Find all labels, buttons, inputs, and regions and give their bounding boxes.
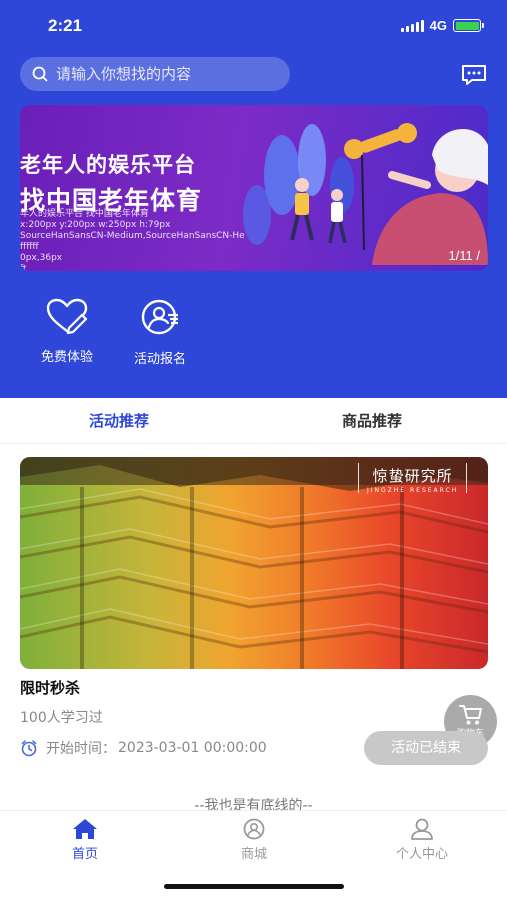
start-time-row: 开始时间： 2023-03-01 00:00:00 (20, 738, 267, 758)
quick-action-free-trial[interactable]: 免费体验 (27, 298, 107, 365)
user-icon (411, 818, 433, 840)
nav-label: 个人中心 (395, 847, 448, 862)
banner-meta-text: 年人的娱乐平台 找中国老年体育 x:200px y:200px w:250px … (20, 209, 245, 271)
message-icon (462, 65, 486, 85)
start-time-value: 2023-03-01 00:00:00 (118, 740, 267, 756)
banner-counter: 1/11 / (448, 248, 480, 263)
status-indicators: 4G (400, 18, 484, 33)
quick-action-label: 免费体验 (40, 350, 93, 365)
clock-icon (21, 740, 37, 757)
banner-title-line1: 老年人的娱乐平台 (20, 153, 196, 177)
start-time-label: 开始时间： (46, 741, 116, 757)
banner-illustration (243, 123, 488, 265)
activity-ended-button[interactable]: 活动已结束 (364, 731, 488, 765)
home-icon (73, 819, 97, 839)
course-title[interactable]: 限时秒杀 (20, 677, 80, 698)
nav-label: 首页 (71, 847, 98, 862)
message-button[interactable] (460, 63, 488, 87)
cart-icon (458, 705, 482, 725)
status-bar: 2:21 4G (0, 0, 507, 52)
battery-icon (453, 19, 484, 32)
home-indicator (164, 884, 344, 889)
search-icon (32, 66, 48, 82)
promo-banner[interactable]: 老年人的娱乐平台 找中国老年体育 年人的娱乐平台 找中国老年体育 x:200px… (20, 105, 488, 271)
tab-goods-recommend[interactable]: 商品推荐 (342, 410, 402, 431)
signal-icon (400, 19, 424, 32)
heart-pen-icon (46, 298, 88, 334)
nav-item-home[interactable]: 首页 (40, 818, 130, 862)
nav-item-mall[interactable]: 商城 (209, 818, 299, 862)
search-bar[interactable] (20, 57, 290, 91)
nav-label: 商城 (240, 847, 267, 862)
brand-name-en: JINGZHE RESEARCH (367, 487, 459, 494)
status-time: 2:21 (48, 16, 83, 35)
network-type: 4G (429, 18, 447, 33)
course-card-image[interactable]: 惊蛰研究所 JINGZHE RESEARCH (20, 457, 488, 669)
search-input[interactable] (56, 65, 276, 83)
quick-action-label: 活动报名 (133, 352, 186, 367)
hero-header: 2:21 4G 老年人的娱乐平台 找中国老年体育 年人的娱乐平台 找中国老年体育… (0, 0, 507, 398)
quick-action-signup[interactable]: 活动报名 (120, 298, 200, 367)
card-brand-mark: 惊蛰研究所 JINGZHE RESEARCH (358, 463, 468, 494)
tab-activity-recommend[interactable]: 活动推荐 (89, 410, 149, 431)
nav-item-profile[interactable]: 个人中心 (377, 818, 467, 862)
content-tabs: 活动推荐 商品推荐 (0, 398, 507, 444)
brand-name-cn: 惊蛰研究所 (372, 467, 453, 485)
course-learner-count: 100人学习过 (20, 710, 103, 726)
user-signup-icon (141, 299, 178, 335)
mall-icon (243, 818, 265, 840)
